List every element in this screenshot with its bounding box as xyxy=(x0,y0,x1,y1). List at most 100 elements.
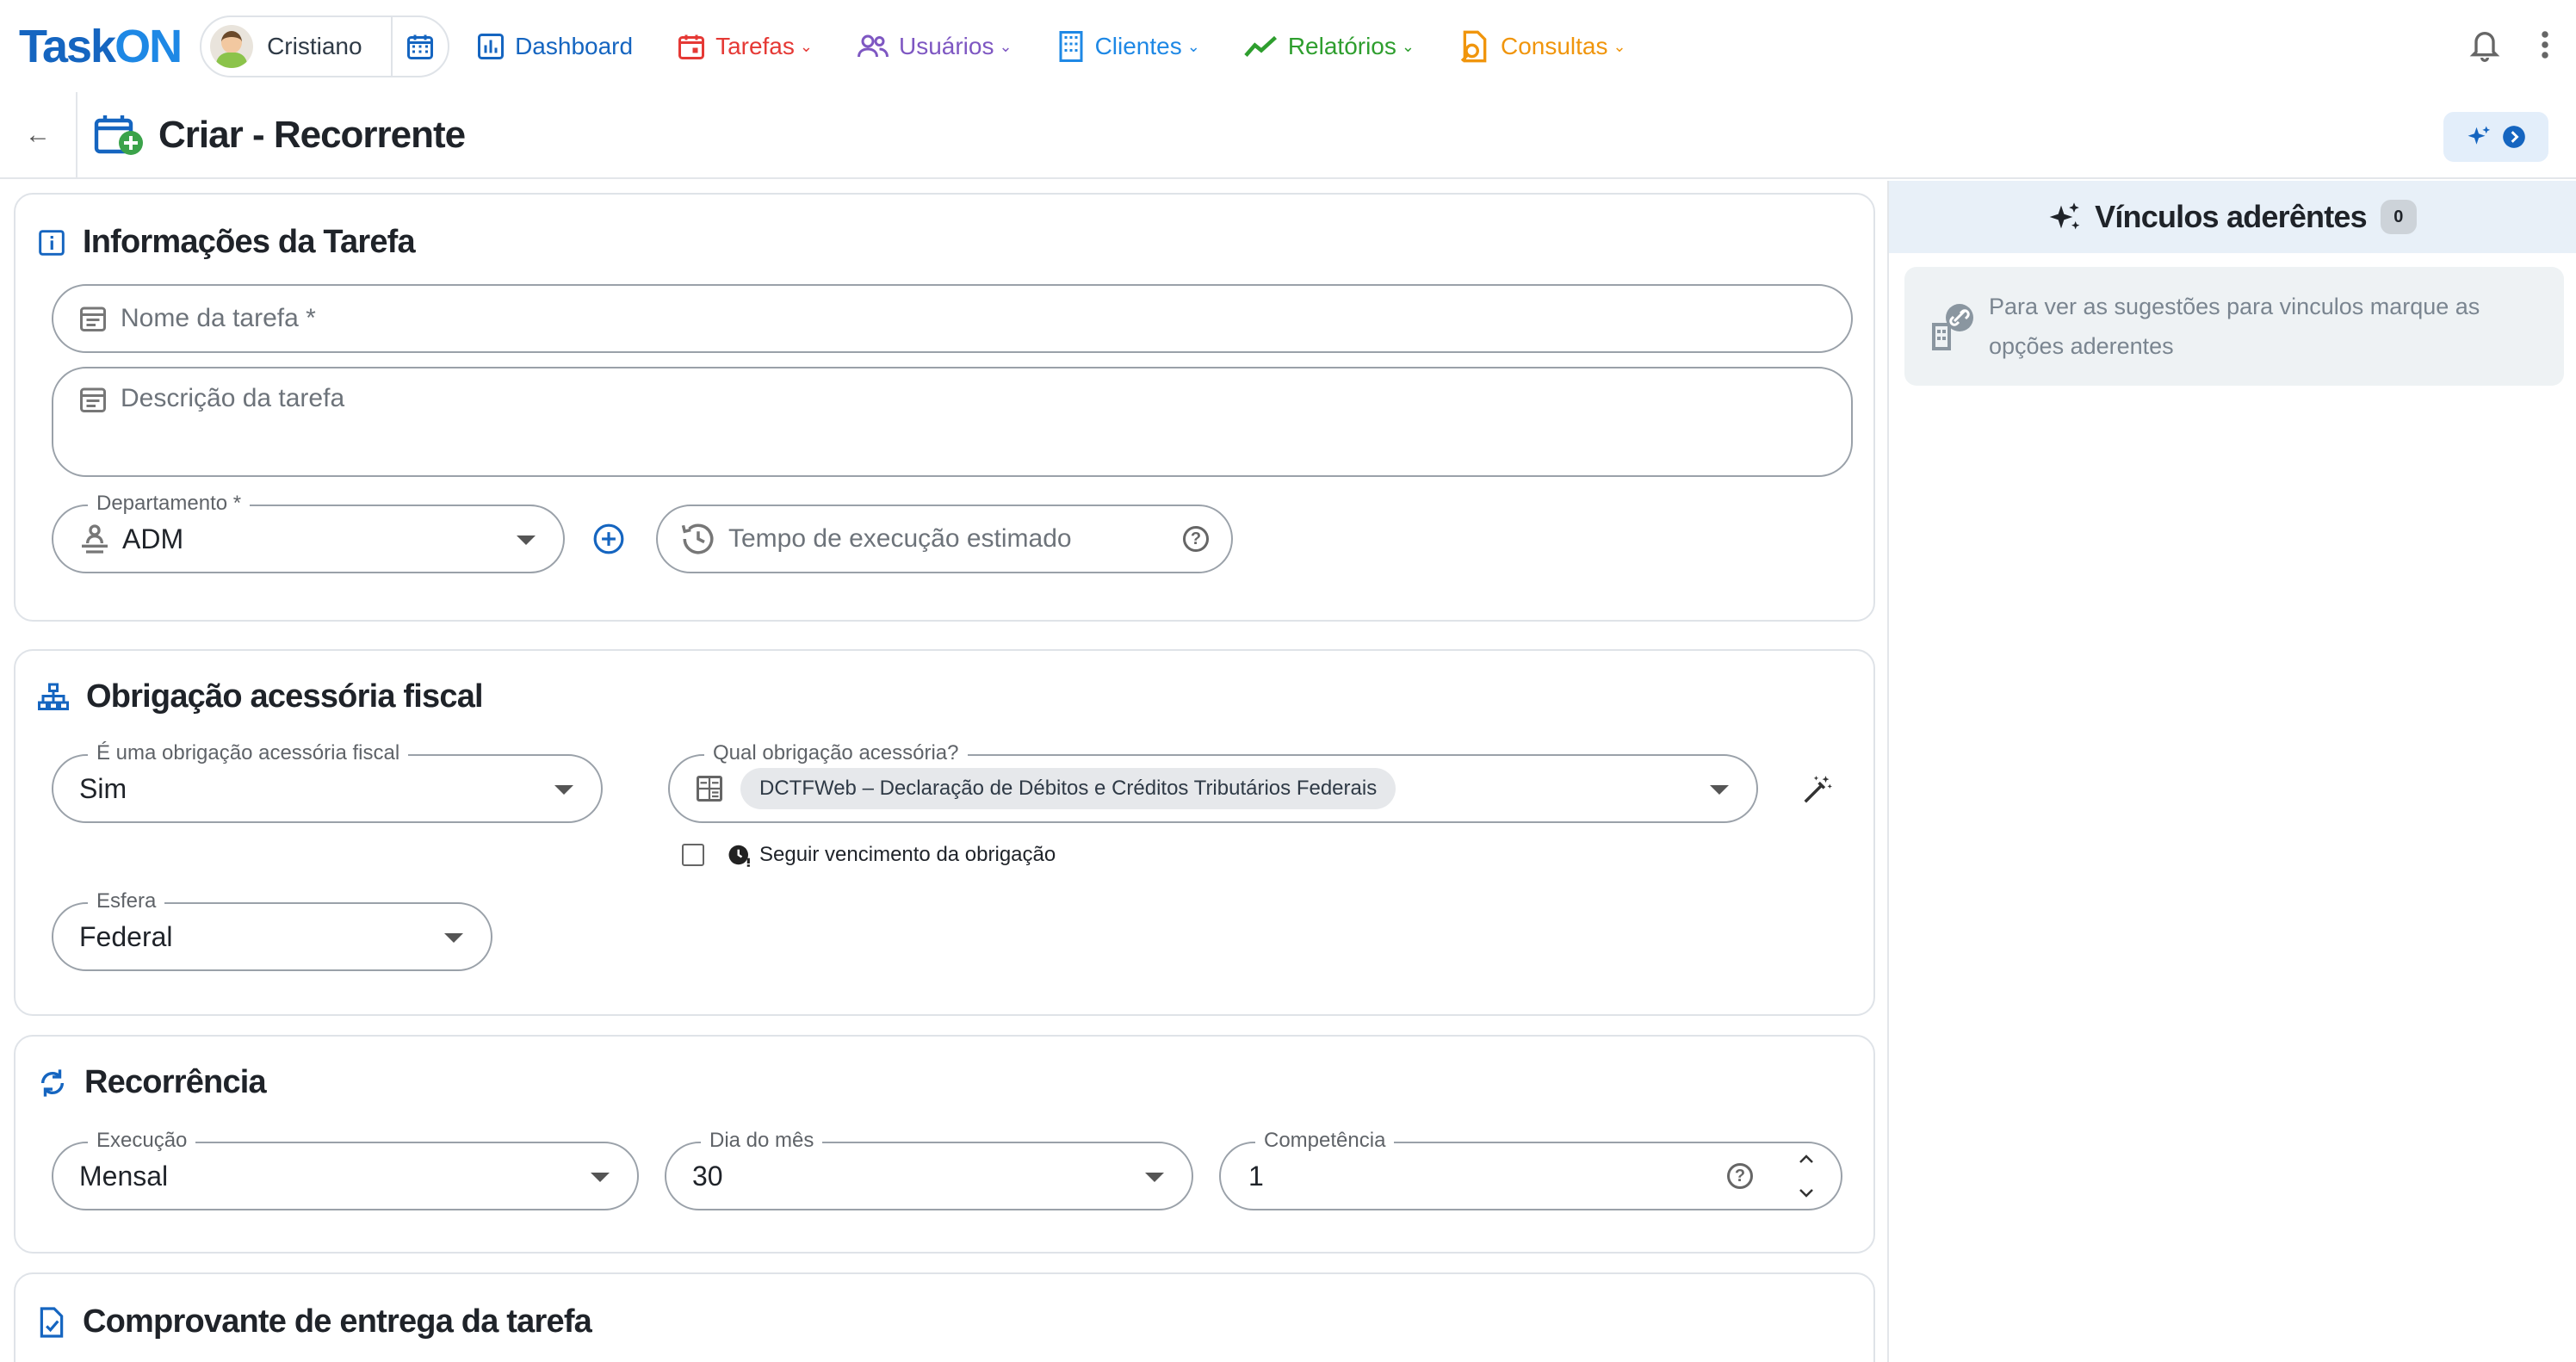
clock-alert-icon xyxy=(728,845,750,867)
building-icon xyxy=(1059,31,1083,62)
which-obligation-select[interactable]: Qual obrigação acessória? DCTFWeb – Decl… xyxy=(668,741,1758,823)
calendar-field-icon xyxy=(80,387,106,412)
recurrence-card: Recorrência Execução Mensal Dia do mês 3… xyxy=(14,1035,1875,1254)
more-vert-icon[interactable] xyxy=(2540,29,2550,60)
ai-suggestions-button[interactable] xyxy=(2443,112,2548,162)
document-check-icon xyxy=(40,1306,64,1338)
sphere-select[interactable]: Esfera Federal xyxy=(52,889,492,971)
dropdown-caret-icon xyxy=(591,1173,610,1182)
is-fiscal-select[interactable]: É uma obrigação acessória fiscal Sim xyxy=(52,741,603,823)
calculator-icon xyxy=(697,776,722,802)
dropdown-caret-icon xyxy=(1710,785,1729,795)
follow-due-label: Seguir vencimento da obrigação xyxy=(759,843,1056,866)
form-area: Informações da Tarefa Nome da tarefa * D… xyxy=(0,181,1887,1362)
links-count-badge: 0 xyxy=(2380,200,2417,234)
competence-input[interactable]: Competência 1 ? xyxy=(1219,1129,1842,1210)
chevron-down-icon: ⌄ xyxy=(999,37,1012,55)
calendar-task-icon xyxy=(678,34,705,59)
dropdown-caret-icon xyxy=(554,785,573,795)
taskon-logo[interactable]: Task ON xyxy=(19,20,183,73)
stepper-down-icon[interactable] xyxy=(1796,1185,1817,1202)
links-panel-header: Vínculos aderêntes 0 xyxy=(1889,181,2576,253)
estimated-time-placeholder: Tempo de execução estimado xyxy=(728,524,1072,553)
sparkles-icon xyxy=(2049,202,2080,230)
nav-relatorios[interactable]: Relatórios ⌄ xyxy=(1243,33,1415,60)
estimated-time-input[interactable]: Tempo de execução estimado ? xyxy=(656,505,1233,573)
avatar xyxy=(210,25,254,68)
is-fiscal-label: É uma obrigação acessória fiscal xyxy=(88,741,409,765)
info-icon xyxy=(39,229,65,256)
calendar-button[interactable] xyxy=(393,15,448,77)
follow-due-checkbox[interactable] xyxy=(682,844,704,866)
execution-label: Execução xyxy=(88,1129,196,1153)
sync-icon xyxy=(40,1068,65,1097)
add-department-button[interactable] xyxy=(592,523,625,555)
nav-usuarios[interactable]: Usuários ⌄ xyxy=(856,31,1012,62)
links-hint-text: Para ver as sugestões para vinculos marq… xyxy=(1989,294,2480,359)
stepper-up-icon[interactable] xyxy=(1796,1150,1817,1167)
calendar-icon xyxy=(407,34,434,59)
obligation-chip[interactable]: DCTFWeb – Declaração de Débitos e Crédit… xyxy=(740,768,1396,809)
page-header: ← Criar - Recorrente xyxy=(0,92,2576,179)
task-description-placeholder: Descrição da tarefa xyxy=(121,384,345,412)
chevron-down-icon: ⌄ xyxy=(1613,37,1626,55)
follow-due-row[interactable]: Seguir vencimento da obrigação xyxy=(682,842,1056,868)
logo-text-task: Task xyxy=(19,21,116,72)
nav-consultas[interactable]: Consultas ⌄ xyxy=(1458,29,1626,64)
chevron-down-icon: ⌄ xyxy=(1401,37,1415,55)
execution-select[interactable]: Execução Mensal xyxy=(52,1129,639,1210)
day-of-month-select[interactable]: Dia do mês 30 xyxy=(665,1129,1193,1210)
top-navigation: Task ON Cristiano Dashboard Tarefas ⌄ Usu… xyxy=(0,0,2576,93)
bell-icon[interactable] xyxy=(2468,26,2502,64)
users-icon xyxy=(857,34,889,58)
recurrence-header: Recorrência xyxy=(38,1064,267,1101)
department-select[interactable]: Departamento * ADM xyxy=(52,492,565,573)
task-name-input[interactable]: Nome da tarefa * xyxy=(52,284,1853,353)
which-obligation-label: Qual obrigação acessória? xyxy=(704,741,968,765)
top-right-actions xyxy=(2468,26,2550,64)
main-nav: Dashboard Tarefas ⌄ Usuários ⌄ Clientes … xyxy=(475,29,1669,64)
department-value: ADM xyxy=(122,523,184,554)
is-fiscal-value: Sim xyxy=(79,772,127,804)
fiscal-title: Obrigação acessória fiscal xyxy=(86,678,484,715)
dropdown-caret-icon xyxy=(444,933,463,943)
task-info-title: Informações da Tarefa xyxy=(83,224,416,260)
nav-consultas-label: Consultas xyxy=(1500,33,1608,59)
delivery-proof-card: Comprovante de entrega da tarefa xyxy=(14,1272,1875,1362)
task-info-header: Informações da Tarefa xyxy=(38,224,416,261)
back-button[interactable]: ← xyxy=(0,92,77,178)
user-menu[interactable]: Cristiano xyxy=(200,15,450,77)
sparkle-icon xyxy=(2468,126,2491,145)
building-link-icon xyxy=(1932,304,1973,350)
magic-wand-button[interactable] xyxy=(1801,773,1834,806)
calendar-add-icon xyxy=(94,115,143,155)
help-icon[interactable]: ? xyxy=(1727,1163,1753,1189)
sphere-value: Federal xyxy=(79,920,173,952)
page-title: Criar - Recorrente xyxy=(158,114,466,156)
delivery-proof-title: Comprovante de entrega da tarefa xyxy=(83,1303,592,1340)
nav-dashboard[interactable]: Dashboard xyxy=(475,31,633,62)
nav-clientes[interactable]: Clientes ⌄ xyxy=(1056,29,1200,64)
links-panel-title: Vínculos aderêntes xyxy=(2095,199,2368,234)
nav-tarefas[interactable]: Tarefas ⌄ xyxy=(676,31,813,62)
chevron-right-circle-icon xyxy=(2503,126,2525,148)
chevron-down-icon: ⌄ xyxy=(799,37,813,55)
department-icon xyxy=(82,524,108,554)
fiscal-obligation-card: Obrigação acessória fiscal É uma obrigaç… xyxy=(14,649,1875,1016)
task-description-input[interactable]: Descrição da tarefa xyxy=(52,367,1853,477)
nav-dashboard-label: Dashboard xyxy=(515,33,634,59)
links-panel: Vínculos aderêntes 0 Para ver as sugestõ… xyxy=(1887,181,2576,1362)
delivery-proof-header: Comprovante de entrega da tarefa xyxy=(38,1303,592,1340)
task-info-card: Informações da Tarefa Nome da tarefa * D… xyxy=(14,193,1875,622)
recurrence-title: Recorrência xyxy=(84,1064,267,1100)
links-hint: Para ver as sugestões para vinculos marq… xyxy=(1904,267,2564,386)
day-of-month-value: 30 xyxy=(692,1160,723,1192)
document-search-icon xyxy=(1460,30,1487,63)
nav-clientes-label: Clientes xyxy=(1094,33,1182,59)
calendar-field-icon xyxy=(80,306,106,331)
day-of-month-label: Dia do mês xyxy=(701,1129,823,1153)
nav-relatorios-label: Relatórios xyxy=(1287,33,1396,59)
task-name-placeholder: Nome da tarefa * xyxy=(121,304,316,332)
help-icon[interactable]: ? xyxy=(1183,526,1209,552)
nav-usuarios-label: Usuários xyxy=(898,33,994,59)
